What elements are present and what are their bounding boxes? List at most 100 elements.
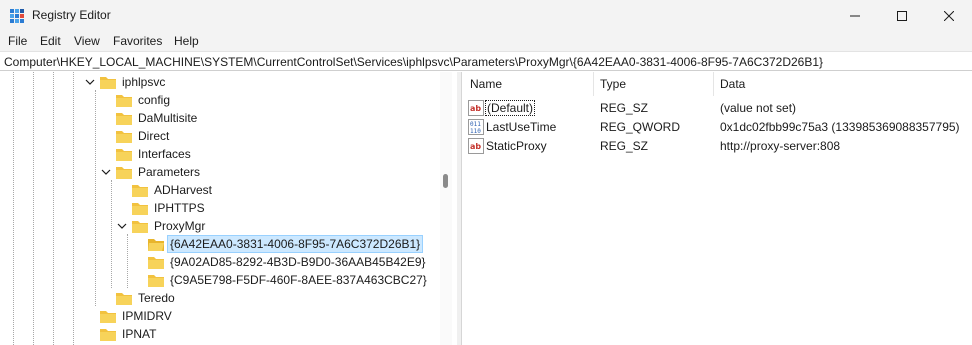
tree-item-label: DaMultisite — [138, 111, 198, 125]
column-header-type[interactable]: Type — [600, 77, 626, 91]
value-type: REG_SZ — [600, 101, 649, 115]
tree-item-label: {9A02AD85-8292-4B3D-B9D0-36AAB45B42E9} — [170, 255, 426, 269]
tree-guide-line — [13, 72, 14, 345]
tree-item-direct[interactable]: Direct — [116, 127, 171, 145]
address-bar[interactable]: Computer\HKEY_LOCAL_MACHINE\SYSTEM\Curre… — [0, 51, 972, 71]
tree-item-label: iphlpsvc — [122, 75, 166, 89]
folder-icon — [116, 112, 132, 125]
tree-scrollbar[interactable] — [440, 72, 452, 345]
tree-item-iphlpsvc[interactable]: iphlpsvc — [84, 73, 167, 91]
value-row[interactable]: 011 110 LastUseTime REG_QWORD 0x1dc02fbb… — [462, 118, 972, 136]
folder-icon — [116, 166, 132, 179]
tree-item-label: {6A42EAA0-3831-4006-8F95-7A6C372D26B1} — [166, 235, 424, 253]
value-type: REG_SZ — [600, 139, 649, 153]
folder-icon — [132, 202, 148, 215]
menu-view[interactable]: View — [74, 34, 100, 48]
tree-item-teredo[interactable]: Teredo — [116, 289, 177, 307]
close-button[interactable] — [926, 0, 972, 31]
value-row[interactable]: ab (Default) REG_SZ (value not set) — [462, 99, 972, 117]
tree-item-label: ProxyMgr — [154, 219, 206, 233]
close-icon — [944, 10, 954, 21]
key-tree-pane[interactable]: iphlpsvc config DaMultisite Direct Inter… — [0, 72, 460, 345]
folder-icon — [100, 76, 116, 89]
tree-item-label: Interfaces — [138, 147, 191, 161]
menu-favorites[interactable]: Favorites — [113, 34, 162, 48]
tree-item-label: {C9A5E798-F5DF-460F-8AEE-837A463CBC27} — [170, 273, 427, 287]
tree-item-config[interactable]: config — [116, 91, 172, 109]
column-header-data[interactable]: Data — [720, 77, 745, 91]
tree-item-label: Direct — [138, 129, 170, 143]
menu-file[interactable]: File — [8, 34, 27, 48]
column-divider[interactable] — [593, 72, 594, 96]
tree-item-adharvest[interactable]: ADHarvest — [132, 181, 214, 199]
tree-guide-line — [111, 180, 112, 288]
tree-guide-line — [33, 72, 34, 345]
values-pane[interactable]: Name Type Data ab (Default) REG_SZ (valu… — [461, 72, 972, 345]
tree-item-ipmidrv[interactable]: IPMIDRV — [100, 307, 174, 325]
tree-item-proxymgr[interactable]: ProxyMgr — [116, 217, 207, 235]
svg-text:ab: ab — [470, 104, 481, 113]
value-name: StaticProxy — [486, 139, 547, 153]
title-bar: Registry Editor — [0, 0, 972, 31]
svg-text:011: 011 — [470, 121, 481, 128]
tree-item-key[interactable]: {9A02AD85-8292-4B3D-B9D0-36AAB45B42E9} — [148, 253, 428, 271]
tree-item-label: ADHarvest — [154, 183, 213, 197]
tree-item-damultisite[interactable]: DaMultisite — [116, 109, 199, 127]
chevron-down-icon[interactable] — [116, 220, 128, 232]
folder-icon — [148, 256, 164, 269]
folder-icon — [116, 148, 132, 161]
folder-icon — [100, 310, 116, 323]
folder-icon — [100, 328, 116, 341]
folder-icon — [148, 274, 164, 287]
chevron-down-icon[interactable] — [100, 166, 112, 178]
folder-open-icon — [148, 238, 164, 251]
menu-bar: File Edit View Favorites Help — [0, 31, 972, 51]
tree-item-selected-key[interactable]: {6A42EAA0-3831-4006-8F95-7A6C372D26B1} — [148, 235, 424, 253]
folder-icon — [132, 184, 148, 197]
folder-icon — [116, 94, 132, 107]
maximize-icon — [897, 10, 907, 21]
tree-item-label: Parameters — [138, 165, 201, 179]
minimize-button[interactable] — [832, 0, 878, 31]
column-header-name[interactable]: Name — [470, 77, 502, 91]
tree-item-interfaces[interactable]: Interfaces — [116, 145, 193, 163]
tree-item-ipnat[interactable]: IPNAT — [100, 325, 158, 343]
value-name: (Default) — [484, 100, 536, 116]
value-type: REG_QWORD — [600, 120, 681, 134]
string-value-icon: ab — [468, 138, 484, 154]
menu-edit[interactable]: Edit — [40, 34, 61, 48]
tree-guide-line — [73, 72, 74, 345]
tree-item-parameters[interactable]: Parameters — [100, 163, 202, 181]
registry-editor-app-icon — [10, 9, 24, 23]
maximize-button[interactable] — [879, 0, 925, 31]
folder-icon — [116, 130, 132, 143]
tree-item-label: IPHTTPS — [154, 201, 205, 215]
tree-guide-line — [95, 90, 96, 306]
svg-text:ab: ab — [470, 142, 481, 151]
tree-item-label: config — [138, 93, 171, 107]
window-title: Registry Editor — [32, 8, 111, 22]
minimize-icon — [850, 15, 860, 16]
svg-text:110: 110 — [470, 128, 481, 135]
binary-value-icon: 011 110 — [468, 119, 484, 135]
value-data: (value not set) — [720, 101, 797, 115]
tree-guide-line — [53, 72, 54, 345]
menu-help[interactable]: Help — [174, 34, 199, 48]
tree-item-label: Teredo — [138, 291, 175, 305]
value-data: http://proxy-server:808 — [720, 139, 841, 153]
tree-item-key[interactable]: {C9A5E798-F5DF-460F-8AEE-837A463CBC27} — [148, 271, 429, 289]
column-divider[interactable] — [713, 72, 714, 96]
folder-icon — [116, 292, 132, 305]
tree-item-label: IPMIDRV — [122, 309, 172, 323]
tree-item-iphttps[interactable]: IPHTTPS — [132, 199, 207, 217]
value-row[interactable]: ab StaticProxy REG_SZ http://proxy-serve… — [462, 137, 972, 155]
value-data: 0x1dc02fbb99c75a3 (133985369088357795) — [720, 120, 960, 134]
chevron-down-icon[interactable] — [84, 76, 96, 88]
address-path[interactable]: Computer\HKEY_LOCAL_MACHINE\SYSTEM\Curre… — [4, 55, 823, 69]
tree-guide-line — [127, 234, 128, 288]
string-value-icon: ab — [468, 100, 484, 116]
value-name: LastUseTime — [486, 120, 557, 134]
folder-icon — [132, 220, 148, 233]
tree-scrollbar-thumb[interactable] — [443, 174, 448, 188]
tree-item-label: IPNAT — [122, 327, 157, 341]
